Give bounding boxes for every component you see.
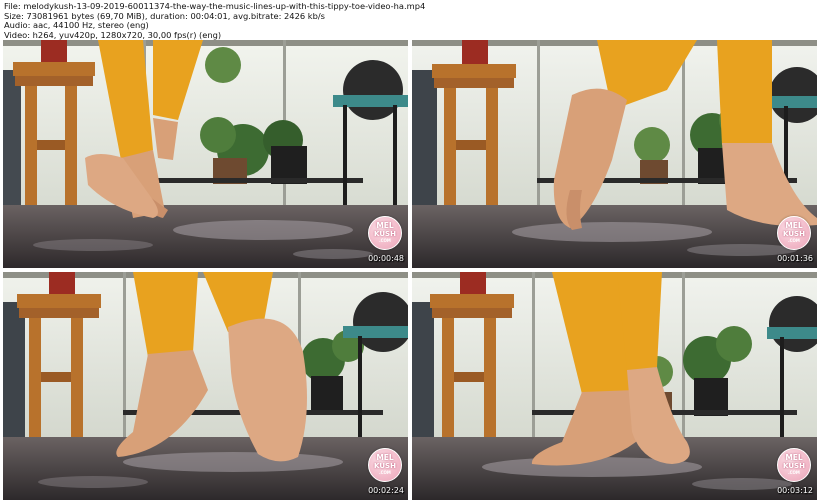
thumbnail-scene (412, 40, 817, 268)
file-name-line: File: melodykush-13-09-2019-60011374-the… (4, 2, 426, 11)
video-thumbnail[interactable]: MEL KUSH .COM 00:01:36 (412, 40, 817, 268)
watermark-logo: MEL KUSH .COM (777, 448, 811, 482)
video-thumbnail[interactable]: MEL KUSH .COM 00:02:24 (3, 272, 408, 500)
watermark-logo: MEL KUSH .COM (368, 216, 402, 250)
logo-text-com: .COM (379, 238, 391, 243)
watermark-logo: MEL KUSH .COM (368, 448, 402, 482)
logo-text-mel: MEL (376, 221, 394, 230)
logo-text-kush: KUSH (374, 230, 396, 238)
timestamp: 00:00:48 (368, 254, 404, 263)
logo-text-mel: MEL (376, 453, 394, 462)
timestamp: 00:02:24 (368, 486, 404, 495)
logo-text-mel: MEL (785, 221, 803, 230)
video-info-line: Video: h264, yuv420p, 1280x720, 30,00 fp… (4, 30, 222, 40)
file-size-line: Size: 73081961 bytes (69,70 MiB), durati… (4, 11, 325, 21)
timestamp: 00:03:12 (777, 486, 813, 495)
file-info-header: File: melodykush-13-09-2019-60011374-the… (4, 2, 816, 40)
audio-info-line: Audio: aac, 44100 Hz, stereo (eng) (4, 21, 149, 31)
thumbnail-scene (412, 272, 817, 500)
logo-text-kush: KUSH (374, 462, 396, 470)
thumbnail-scene (3, 40, 408, 268)
watermark-logo: MEL KUSH .COM (777, 216, 811, 250)
thumbnail-grid: MEL KUSH .COM 00:00:48 MEL KUSH .COM 00:… (3, 40, 817, 500)
thumbnail-scene (3, 272, 408, 500)
logo-text-kush: KUSH (783, 230, 805, 238)
timestamp: 00:01:36 (777, 254, 813, 263)
logo-text-com: .COM (788, 238, 800, 243)
logo-text-com: .COM (788, 470, 800, 475)
logo-text-mel: MEL (785, 453, 803, 462)
video-thumbnail[interactable]: MEL KUSH .COM 00:00:48 (3, 40, 408, 268)
video-thumbnail[interactable]: MEL KUSH .COM 00:03:12 (412, 272, 817, 500)
logo-text-kush: KUSH (783, 462, 805, 470)
logo-text-com: .COM (379, 470, 391, 475)
